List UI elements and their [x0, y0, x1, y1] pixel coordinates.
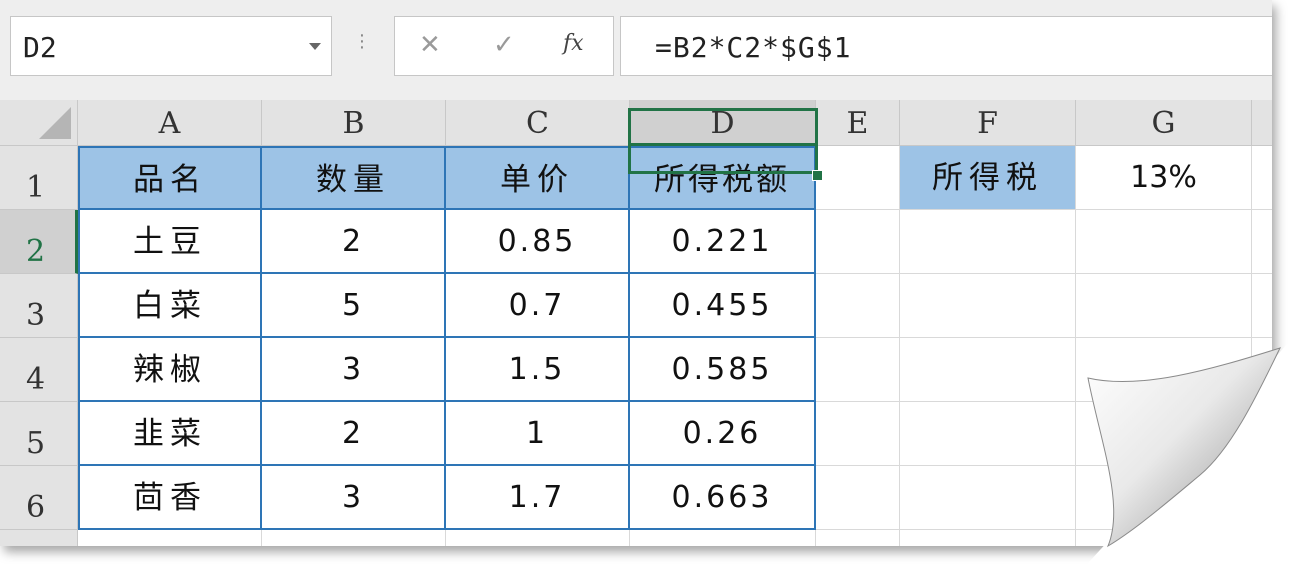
cell-a2[interactable]: 土豆	[78, 210, 262, 274]
cell-d4[interactable]: 0.585	[630, 338, 816, 402]
cell-g3[interactable]	[1076, 274, 1252, 338]
insert-function-icon[interactable]: fx	[563, 31, 584, 56]
row-header-4[interactable]: 4	[0, 338, 78, 402]
column-header-a[interactable]: A	[78, 100, 262, 146]
column-header-next[interactable]	[1252, 100, 1272, 146]
cell-f5[interactable]	[900, 402, 1076, 466]
column-header-c[interactable]: C	[446, 100, 630, 146]
drag-handle-icon[interactable]: · · ·	[358, 25, 366, 57]
cell-e2[interactable]	[816, 210, 900, 274]
name-box[interactable]: D2	[10, 16, 332, 76]
name-box-value: D2	[23, 31, 57, 64]
cell-a7[interactable]	[78, 530, 262, 546]
cell-b6[interactable]: 3	[262, 466, 446, 530]
cell-d7[interactable]	[630, 530, 816, 546]
cell-h2[interactable]	[1252, 210, 1272, 274]
cell-e4[interactable]	[816, 338, 900, 402]
cell-f3[interactable]	[900, 274, 1076, 338]
cell-d6[interactable]: 0.663	[630, 466, 816, 530]
row-number: 1	[26, 170, 46, 205]
select-all-icon	[39, 107, 71, 139]
cell-b4[interactable]: 3	[262, 338, 446, 402]
cell-c3[interactable]: 0.7	[446, 274, 630, 338]
cell-a5[interactable]: 韭菜	[78, 402, 262, 466]
cell-b3[interactable]: 5	[262, 274, 446, 338]
cell-f1[interactable]: 所得税	[900, 146, 1076, 210]
cell-a1[interactable]: 品名	[78, 146, 262, 210]
formula-buttons: ✕ ✓ fx	[394, 16, 614, 76]
cell-b7[interactable]	[262, 530, 446, 546]
close-icon[interactable]: ✕	[419, 29, 441, 60]
cell-g2[interactable]	[1076, 210, 1252, 274]
check-icon[interactable]: ✓	[493, 29, 515, 60]
column-header-b[interactable]: B	[262, 100, 446, 146]
row-number: 2	[26, 234, 46, 269]
cell-a4[interactable]: 辣椒	[78, 338, 262, 402]
cell-c5[interactable]: 1	[446, 402, 630, 466]
cell-b5[interactable]: 2	[262, 402, 446, 466]
select-all-button[interactable]	[0, 100, 78, 146]
row-header-1[interactable]: 1	[0, 146, 78, 210]
cell-d2[interactable]: 0.221	[630, 210, 816, 274]
cell-h3[interactable]	[1252, 274, 1272, 338]
formula-input[interactable]: =B2*C2*$G$1	[620, 16, 1272, 76]
cell-c4[interactable]: 1.5	[446, 338, 630, 402]
cell-f7[interactable]	[900, 530, 1076, 546]
row-number: 6	[26, 490, 46, 525]
column-header-e[interactable]: E	[816, 100, 900, 146]
row-header-5[interactable]: 5	[0, 402, 78, 466]
cell-f6[interactable]	[900, 466, 1076, 530]
row-header-6[interactable]: 6	[0, 466, 78, 530]
page-curl-decoration	[1080, 330, 1300, 572]
cell-g1[interactable]: 13%	[1076, 146, 1252, 210]
cell-e7[interactable]	[816, 530, 900, 546]
cell-b2[interactable]: 2	[262, 210, 446, 274]
row-number: 4	[26, 362, 46, 397]
cell-e6[interactable]	[816, 466, 900, 530]
cell-c1[interactable]: 单价	[446, 146, 630, 210]
column-header-g[interactable]: G	[1076, 100, 1252, 146]
row-header-7[interactable]	[0, 530, 78, 546]
cell-c6[interactable]: 1.7	[446, 466, 630, 530]
column-header-f[interactable]: F	[900, 100, 1076, 146]
cell-h1[interactable]	[1252, 146, 1272, 210]
cell-c7[interactable]	[446, 530, 630, 546]
cell-b1[interactable]: 数量	[262, 146, 446, 210]
row-header-2[interactable]: 2	[0, 210, 78, 274]
row-number: 5	[26, 426, 46, 461]
cell-d3[interactable]: 0.455	[630, 274, 816, 338]
formula-text: =B2*C2*$G$1	[655, 31, 852, 64]
active-cell-outline	[628, 108, 818, 174]
cell-f2[interactable]	[900, 210, 1076, 274]
cell-e1[interactable]	[816, 146, 900, 210]
cell-e5[interactable]	[816, 402, 900, 466]
fill-handle[interactable]	[812, 170, 823, 181]
cell-d5[interactable]: 0.26	[630, 402, 816, 466]
cell-a3[interactable]: 白菜	[78, 274, 262, 338]
cell-c2[interactable]: 0.85	[446, 210, 630, 274]
formula-bar: D2 · · · ✕ ✓ fx =B2*C2*$G$1	[0, 0, 1272, 100]
cell-f4[interactable]	[900, 338, 1076, 402]
cell-a6[interactable]: 茴香	[78, 466, 262, 530]
row-number: 3	[26, 298, 46, 333]
cell-e3[interactable]	[816, 274, 900, 338]
row-header-3[interactable]: 3	[0, 274, 78, 338]
chevron-down-icon[interactable]	[309, 43, 321, 50]
